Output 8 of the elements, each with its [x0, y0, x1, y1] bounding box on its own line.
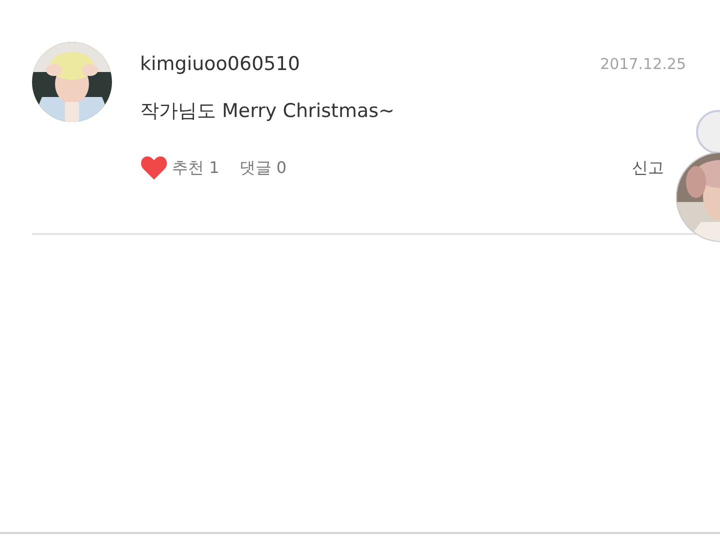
- like-button[interactable]: [140, 155, 168, 181]
- comment-text: 작가님도 Merry Christmas~: [140, 98, 396, 124]
- heart-icon: [140, 155, 168, 181]
- comment-date: 2017.12.25: [600, 54, 686, 75]
- username[interactable]: kimgiuoo060510: [140, 50, 300, 78]
- replies-link[interactable]: 댓글 0: [239, 156, 287, 180]
- recommend-count: 추천 1: [172, 157, 220, 179]
- report-link[interactable]: 신고: [632, 156, 664, 180]
